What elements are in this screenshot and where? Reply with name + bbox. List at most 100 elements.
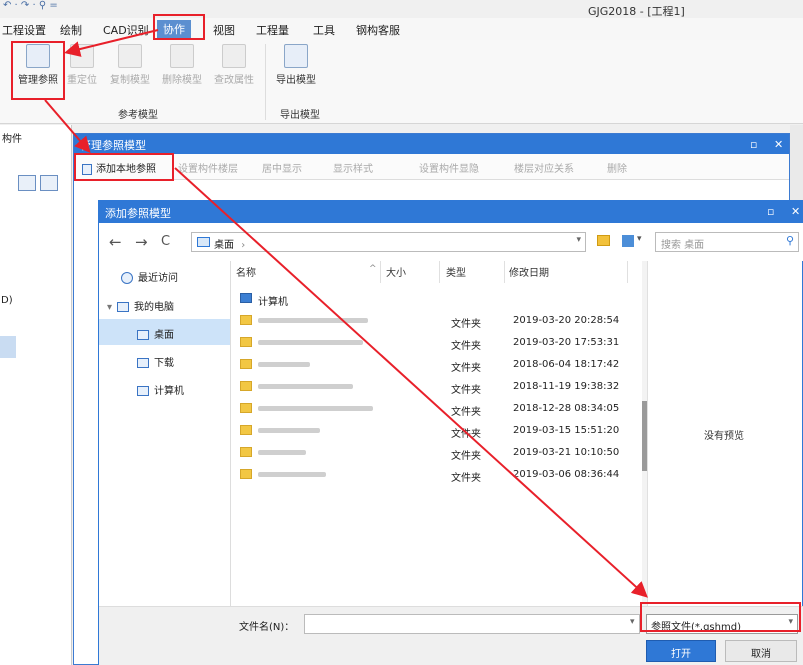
blurred-file-name <box>258 362 310 367</box>
edit-properties-button[interactable]: 查改属性 <box>210 44 258 86</box>
menu-item-view[interactable]: 视图 <box>213 22 235 38</box>
blurred-file-name <box>258 384 353 389</box>
file-date: 2018-06-04 18:17:42 <box>513 359 620 370</box>
file-date: 2018-11-19 19:38:32 <box>513 381 620 392</box>
back-icon[interactable]: ← <box>109 233 122 251</box>
component-visibility-button[interactable]: 设置构件显隐 <box>419 160 479 175</box>
file-date: 2018-12-28 08:34:05 <box>513 403 620 414</box>
menu-bar: 工程设置 绘制 CAD识别 协作 视图 工程量 工具 钢构客服 <box>0 18 803 40</box>
relocate-button[interactable]: 重定位 <box>58 44 106 86</box>
maximize-icon[interactable]: ▫ <box>767 205 774 218</box>
address-path: 桌面 <box>214 240 234 251</box>
nav-item-recent[interactable]: 最近访问 <box>121 269 178 284</box>
delete-button[interactable]: 删除 <box>607 160 627 175</box>
center-display-button[interactable]: 居中显示 <box>262 160 302 175</box>
file-row[interactable]: 文件夹 2019-03-20 20:28:54 <box>232 310 642 332</box>
column-separator[interactable] <box>380 261 381 283</box>
file-row[interactable]: 文件夹 2018-06-04 18:17:42 <box>232 354 642 376</box>
filename-label: 文件名(N)： <box>239 622 295 633</box>
file-date: 2019-03-20 17:53:31 <box>513 337 620 348</box>
view-mode-icon[interactable] <box>622 235 634 247</box>
search-placeholder: 搜索 桌面 <box>661 240 705 251</box>
file-date: 2019-03-21 10:10:50 <box>513 447 620 458</box>
manage-dialog-title: 管理参照模型 <box>80 139 146 152</box>
relocate-label: 重定位 <box>67 75 97 86</box>
display-style-button[interactable]: 显示样式 <box>333 160 373 175</box>
close-icon[interactable]: ✕ <box>774 138 783 151</box>
search-input[interactable]: 搜索 桌面 ⚲ <box>655 232 799 252</box>
blurred-file-name <box>258 340 363 345</box>
nav-item-label: 计算机 <box>154 386 184 397</box>
component-label: 构件 <box>2 134 22 145</box>
maximize-icon[interactable]: ▫ <box>750 138 757 151</box>
floor-mapping-button[interactable]: 楼层对应关系 <box>514 160 574 175</box>
column-header-type[interactable]: 类型 <box>446 264 466 279</box>
menu-item-tools[interactable]: 工具 <box>313 22 335 38</box>
list-view-icon[interactable] <box>18 175 36 191</box>
export-model-button[interactable]: 导出模型 <box>272 44 320 86</box>
folder-icon <box>240 359 252 369</box>
file-row[interactable]: 文件夹 2019-03-20 17:53:31 <box>232 332 642 354</box>
folder-icon <box>240 469 252 479</box>
forward-icon[interactable]: → <box>135 233 148 251</box>
filename-chevron-icon[interactable]: ▾ <box>630 617 635 627</box>
ribbon-separator <box>265 44 266 120</box>
file-date: 2019-03-20 20:28:54 <box>513 315 620 326</box>
column-separator[interactable] <box>627 261 628 283</box>
file-row[interactable]: 文件夹 2019-03-21 10:10:50 <box>232 442 642 464</box>
delete-model-icon <box>170 44 194 68</box>
menu-item-draw[interactable]: 绘制 <box>60 22 82 38</box>
chevron-down-icon[interactable]: ▾ <box>576 235 581 245</box>
delete-model-label: 删除模型 <box>162 75 202 86</box>
relocate-icon <box>70 44 94 68</box>
app-title: GJG2018 - [工程1] <box>588 5 685 18</box>
new-folder-icon[interactable] <box>597 235 610 246</box>
nav-item-computer[interactable]: 计算机 <box>137 382 184 397</box>
selected-tree-item[interactable] <box>0 336 16 358</box>
address-box[interactable]: 桌面 › ▾ <box>191 232 586 252</box>
folder-icon <box>240 447 252 457</box>
menu-item-support[interactable]: 钢构客服 <box>356 22 400 38</box>
file-row[interactable]: 文件夹 2019-03-06 08:36:44 <box>232 464 642 486</box>
column-header-size[interactable]: 大小 <box>386 264 406 279</box>
file-row[interactable]: 文件夹 2018-12-28 08:34:05 <box>232 398 642 420</box>
desktop-icon <box>197 237 210 247</box>
file-name: 计算机 <box>258 297 288 308</box>
highlight-add-local-reference <box>74 153 174 181</box>
nav-item-downloads[interactable]: 下载 <box>137 354 174 369</box>
ribbon: 管理参照 重定位 复制模型 删除模型 查改属性 导出模型 参考模型 导出模型 <box>0 40 803 124</box>
file-row[interactable]: 计算机 <box>232 288 642 310</box>
open-button[interactable]: 打开 <box>646 640 716 662</box>
file-type: 文件夹 <box>451 473 481 484</box>
set-floor-button[interactable]: 设置构件楼层 <box>178 160 238 175</box>
column-header-date[interactable]: 修改日期 <box>509 264 549 279</box>
column-header-name[interactable]: 名称 <box>236 264 256 279</box>
nav-item-desktop[interactable]: 桌面 <box>99 319 230 345</box>
column-separator[interactable] <box>439 261 440 283</box>
file-row[interactable]: 文件夹 2019-03-15 15:51:20 <box>232 420 642 442</box>
cancel-button[interactable]: 取消 <box>725 640 797 662</box>
file-row[interactable]: 文件夹 2018-11-19 19:38:32 <box>232 376 642 398</box>
delete-model-button[interactable]: 删除模型 <box>158 44 206 86</box>
menu-item-quantity[interactable]: 工程量 <box>256 22 289 38</box>
copy-model-button[interactable]: 复制模型 <box>106 44 154 86</box>
file-type: 文件夹 <box>451 319 481 330</box>
file-type: 文件夹 <box>451 341 481 352</box>
refresh-icon[interactable]: C <box>161 234 170 249</box>
blurred-file-name <box>258 406 373 411</box>
file-list: 名称 ^ 大小 类型 修改日期 计算机 文件夹 2019-03-20 20:28… <box>232 261 642 606</box>
grid-view-icon[interactable] <box>40 175 58 191</box>
filename-input[interactable] <box>304 614 640 634</box>
column-separator[interactable] <box>504 261 505 283</box>
search-icon[interactable]: ⚲ <box>786 234 794 247</box>
close-icon[interactable]: ✕ <box>791 205 800 218</box>
folder-icon <box>240 315 252 325</box>
expand-icon[interactable]: ▾ <box>107 302 112 313</box>
menu-item-cad[interactable]: CAD识别 <box>103 22 149 38</box>
nav-item-my-computer[interactable]: ▾ 我的电脑 <box>107 298 174 313</box>
nav-item-label: 下载 <box>154 358 174 369</box>
view-mode-chevron-icon[interactable]: ▾ <box>637 234 642 244</box>
computer-icon <box>117 302 130 312</box>
menu-item-project-settings[interactable]: 工程设置 <box>2 22 46 38</box>
screen: ↶ · ↷ · ⚲ = GJG2018 - [工程1] 工程设置 绘制 CAD识… <box>0 0 803 665</box>
